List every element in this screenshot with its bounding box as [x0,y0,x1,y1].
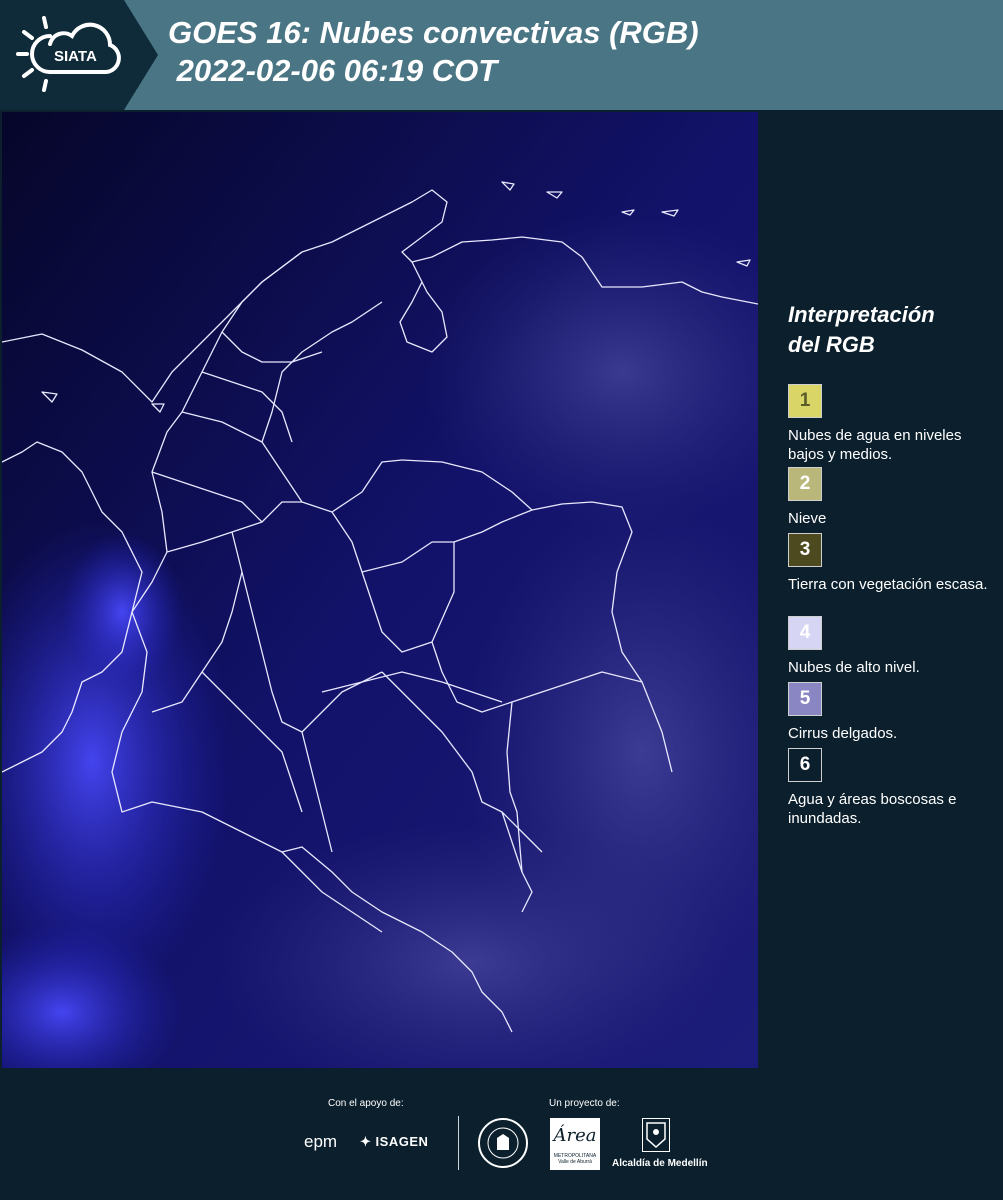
isagen-icon: ✦ [360,1134,372,1149]
isagen-logo-text: ISAGEN [375,1134,429,1149]
alcaldia-label: Alcaldía de Medellín [612,1158,708,1169]
legend-label: Nieve [788,510,827,527]
header-bar: SIATA GOES 16: Nubes convectivas (RGB) 2… [0,0,1003,110]
footer: Con el apoyo de: Un proyecto de: epm ✦ I… [0,1070,1003,1200]
medellin-seal-icon [478,1118,528,1168]
legend-label: Nubes de alto nivel. [788,659,920,676]
legend-item: 4 Nubes de alto nivel. [788,616,988,682]
siata-logo-text: SIATA [54,48,97,65]
footer-divider [458,1116,459,1170]
legend-swatch: 3 [788,533,822,567]
legend-label: Nubes de agua en niveles bajos y medios. [788,427,962,463]
legend-item: 1 Nubes de agua en niveles bajos y medio… [788,384,988,467]
area-logo-subtext: METROPOLITANA Valle de Aburrá [553,1153,597,1165]
project-label: Un proyecto de: [549,1098,620,1109]
legend-item: 2 Nieve [788,467,988,533]
support-label: Con el apoyo de: [328,1098,404,1109]
rgb-legend: Interpretación del RGB 1 Nubes de agua e… [788,300,988,831]
legend-swatch: 2 [788,467,822,501]
legend-swatch: 1 [788,384,822,418]
siata-logo: SIATA [16,16,121,92]
satellite-image [2,112,758,1068]
epm-logo: epm [304,1132,338,1151]
title-line-2: 2022-02-06 06:19 COT [168,53,498,88]
legend-label: Tierra con vegetación escasa. [788,576,988,593]
alcaldia-shield-icon [642,1118,670,1152]
area-metropolitana-logo: Área METROPOLITANA Valle de Aburrá [550,1118,600,1170]
title-line-1: GOES 16: Nubes convectivas (RGB) [168,15,699,50]
legend-title: Interpretación del RGB [788,300,988,360]
legend-swatch: 4 [788,616,822,650]
page-title: GOES 16: Nubes convectivas (RGB) 2022-02… [168,14,699,90]
legend-label: Agua y áreas boscosas e inundadas. [788,791,957,827]
legend-title-line-2: del RGB [788,332,875,357]
legend-items: 1 Nubes de agua en niveles bajos y medio… [788,384,988,831]
legend-title-line-1: Interpretación [788,302,935,327]
legend-swatch: 6 [788,748,822,782]
area-logo-text: Área [553,1125,597,1146]
isagen-logo: ✦ ISAGEN [360,1134,428,1150]
satellite-map [2,112,758,1068]
legend-label: Cirrus delgados. [788,725,898,742]
legend-item: 5 Cirrus delgados. [788,682,988,748]
legend-swatch: 5 [788,682,822,716]
legend-item: 3 Tierra con vegetación escasa. [788,533,988,616]
legend-item: 6 Agua y áreas boscosas e inundadas. [788,748,988,831]
